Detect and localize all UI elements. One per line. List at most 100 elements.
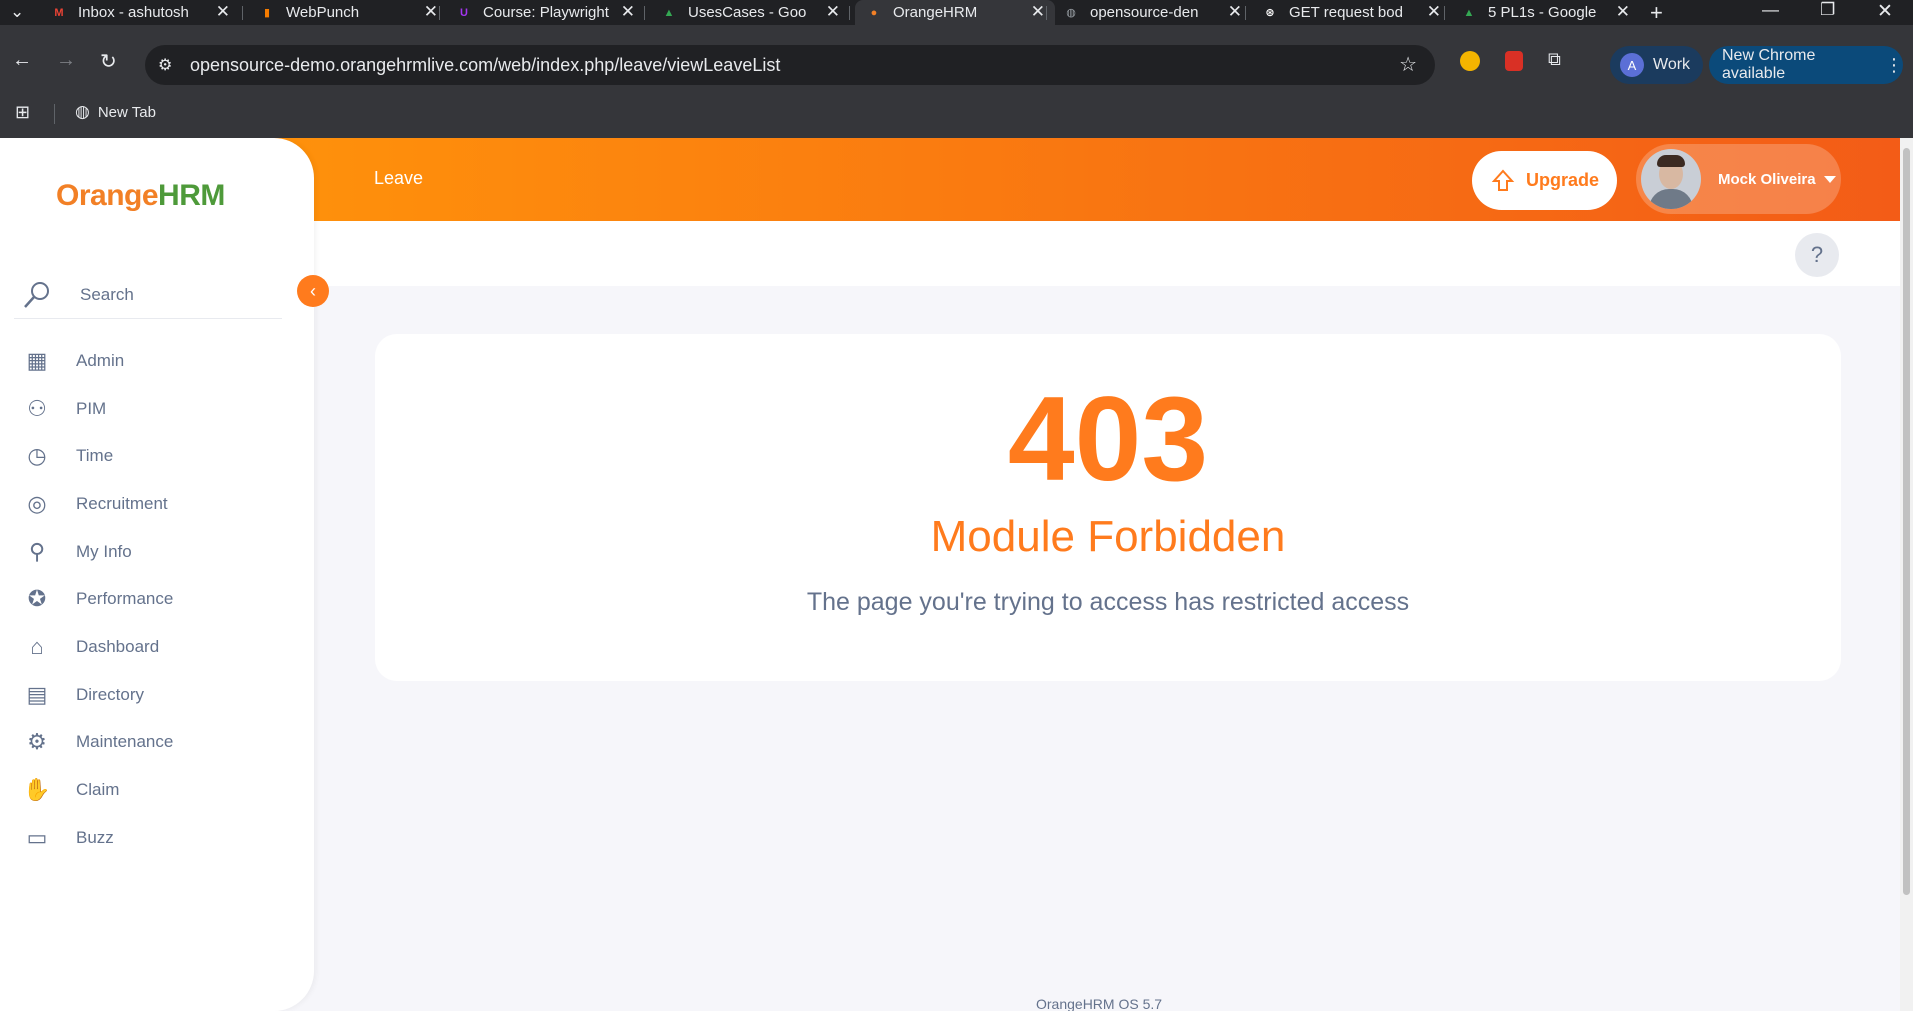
webpunch-icon: ▮ — [263, 7, 271, 19]
close-tab-icon[interactable]: ✕ — [621, 2, 635, 22]
profile-label: Work — [1653, 56, 1691, 73]
sidebar-item-time[interactable]: ◷ Time — [14, 432, 304, 480]
browser-tab[interactable]: ▲ 5 PL1s - Google ✕ — [1450, 0, 1640, 25]
tab-separator — [242, 6, 243, 20]
user-dropdown[interactable]: Mock Oliveira — [1636, 144, 1841, 214]
tab-title: UsesCases - Goo — [688, 4, 807, 21]
tab-separator — [439, 6, 440, 20]
sidebar-item-performance[interactable]: ✪ Performance — [14, 575, 304, 623]
forward-icon[interactable]: → — [56, 49, 76, 72]
close-window-icon[interactable]: ✕ — [1877, 0, 1893, 23]
sidebar-item-directory[interactable]: ▤ Directory — [14, 671, 304, 719]
browser-tab[interactable]: ⊛ GET request bod ✕ — [1251, 0, 1451, 25]
new-tab-icon[interactable]: + — [1650, 0, 1663, 26]
close-tab-icon[interactable]: ✕ — [826, 2, 840, 22]
sidebar-item-label: Directory — [76, 684, 145, 704]
tab-separator — [644, 6, 645, 20]
close-tab-icon[interactable]: ✕ — [1031, 2, 1045, 22]
sidebar-item-maintenance[interactable]: ⚙ Maintenance — [14, 719, 304, 767]
help-button[interactable]: ? — [1795, 233, 1839, 277]
divider — [54, 104, 55, 124]
kebab-menu-icon[interactable]: ⋮ — [1885, 55, 1903, 76]
sidebar: OrangeHRM Search ▦ Admin ⚇ PIM ◷ Time ◎ Recruit… — [0, 138, 314, 1011]
search-box[interactable]: Search — [14, 271, 282, 319]
reload-icon[interactable]: ↻ — [100, 49, 117, 74]
sidebar-item-label: Dashboard — [76, 636, 160, 656]
sidebar-item-pim[interactable]: ⚇ PIM — [14, 385, 304, 433]
sidebar-item-label: PIM — [76, 398, 107, 418]
browser-tab[interactable]: ▲ UsesCases - Goo ✕ — [650, 0, 850, 25]
update-chrome-button[interactable]: New Chrome available ⋮ — [1709, 46, 1903, 84]
close-tab-icon[interactable]: ✕ — [1427, 2, 1441, 22]
user-name: Mock Oliveira — [1718, 170, 1816, 188]
drive-icon: ▲ — [1463, 6, 1475, 19]
sidebar-item-label: Maintenance — [76, 732, 174, 752]
sidebar-item-buzz[interactable]: ▭ Buzz — [14, 814, 304, 862]
tab-separator — [1444, 6, 1445, 20]
admin-icon: ▦ — [26, 347, 48, 373]
tab-title: WebPunch — [286, 4, 360, 21]
close-tab-icon[interactable]: ✕ — [1616, 2, 1630, 22]
close-tab-icon[interactable]: ✕ — [424, 2, 438, 22]
orangehrm-logo: OrangeHRM — [56, 179, 225, 213]
error-code: 403 — [1007, 372, 1209, 506]
apps-grid-icon[interactable]: ⊞ — [15, 102, 30, 123]
sidebar-item-dashboard[interactable]: ⌂ Dashboard — [14, 623, 304, 671]
scrollbar-thumb[interactable] — [1903, 148, 1910, 895]
minimize-icon[interactable]: — — [1762, 0, 1779, 20]
my-info-icon: ⚲ — [28, 538, 46, 564]
browser-tab[interactable]: U Course: Playwright ✕ — [445, 0, 645, 25]
extension-icon[interactable] — [1505, 51, 1523, 71]
search-input[interactable]: Search — [80, 285, 134, 305]
error-card: 403 Module Forbidden The page you're try… — [375, 334, 1841, 681]
address-bar[interactable]: ⚙ opensource-demo.orangehrmlive.com/web/… — [145, 45, 1435, 85]
browser-tab[interactable]: ◍ opensource-den ✕ — [1052, 0, 1252, 25]
upgrade-button[interactable]: Upgrade — [1472, 151, 1617, 210]
avatar — [1641, 149, 1701, 209]
udemy-icon: U — [460, 6, 468, 19]
dashboard-icon: ⌂ — [30, 633, 44, 659]
browser-chrome: ⌄ M Inbox - ashutosh ✕ ▮ WebPunch ✕ U Course: P… — [0, 0, 1913, 138]
browser-tab[interactable]: ▮ WebPunch ✕ — [248, 0, 448, 25]
orangehrm-icon: ● — [870, 6, 878, 19]
orangehrm-app: Leave Upgrade Mock Oliveira ? OrangeHRM … — [0, 138, 1900, 1011]
globe-icon: ◍ — [75, 102, 90, 121]
gmail-icon: M — [54, 6, 64, 19]
sidebar-item-label: Performance — [76, 589, 174, 609]
buzz-icon: ▭ — [26, 824, 48, 850]
sidebar-item-label: Recruitment — [76, 493, 168, 513]
page-scrollbar[interactable] — [1900, 138, 1913, 1011]
sidebar-item-admin[interactable]: ▦ Admin — [14, 337, 304, 385]
sidebar-item-label: Buzz — [76, 827, 114, 847]
extensions-puzzle-icon[interactable]: ⧉ — [1548, 49, 1561, 70]
sidebar-item-recruitment[interactable]: ◎ Recruitment — [14, 480, 304, 528]
bookmarks-bar: ⊞ ◍ New Tab — [0, 92, 1913, 138]
restore-icon[interactable]: ❐ — [1820, 0, 1835, 20]
openai-icon: ⊛ — [1265, 7, 1275, 19]
collapse-sidebar-button[interactable]: ‹ — [297, 275, 329, 307]
sidebar-item-claim[interactable]: ✋ Claim — [14, 766, 304, 814]
pim-icon: ⚇ — [27, 395, 47, 421]
close-tab-icon[interactable]: ✕ — [1228, 2, 1242, 22]
tab-title: Inbox - ashutosh — [78, 4, 189, 21]
back-icon[interactable]: ← — [12, 49, 32, 72]
browser-tab[interactable]: ● OrangeHRM ✕ — [855, 0, 1055, 25]
tab-separator — [1046, 6, 1047, 20]
browser-tab[interactable]: M Inbox - ashutosh ✕ — [40, 0, 240, 25]
extension-icon[interactable] — [1460, 51, 1480, 71]
close-tab-icon[interactable]: ✕ — [216, 2, 230, 22]
error-message: The page you're trying to access has res… — [806, 588, 1410, 616]
url-text: opensource-demo.orangehrmlive.com/web/in… — [190, 54, 781, 75]
logo-orange-text: Orange — [56, 179, 159, 212]
tab-separator — [849, 6, 850, 20]
site-info-icon[interactable]: ⚙ — [158, 55, 172, 75]
profile-button[interactable]: A Work — [1610, 46, 1703, 84]
chevron-left-icon: ‹ — [310, 280, 316, 301]
bookmark-star-icon[interactable]: ☆ — [1399, 52, 1417, 77]
error-title: Module Forbidden — [930, 512, 1286, 561]
bookmark-new-tab[interactable]: ◍ New Tab — [75, 102, 156, 122]
tab-search-icon[interactable]: ⌄ — [10, 2, 24, 22]
bookmark-label: New Tab — [97, 103, 156, 121]
sidebar-item-my-info[interactable]: ⚲ My Info — [14, 528, 304, 576]
top-header: Leave Upgrade Mock Oliveira — [250, 138, 1900, 221]
